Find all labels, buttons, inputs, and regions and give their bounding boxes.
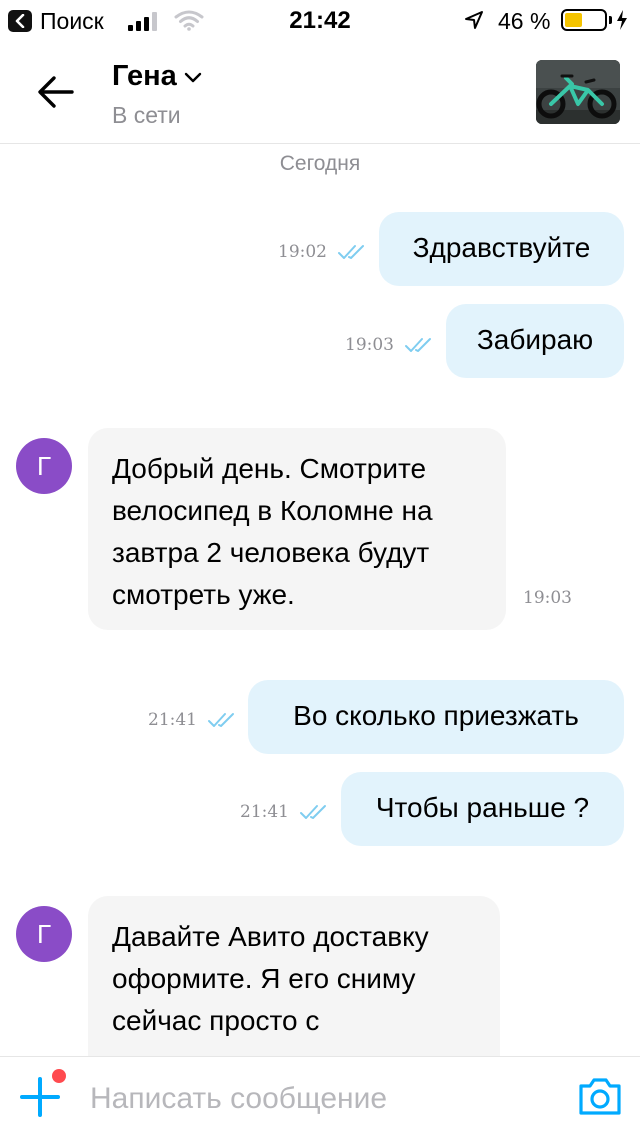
double-check-icon	[208, 713, 234, 727]
battery-percent: 46 %	[498, 8, 551, 34]
avatar[interactable]: Г	[16, 438, 72, 494]
message-time: 19:03	[345, 335, 394, 355]
outgoing-message[interactable]: Во сколько приезжать	[248, 680, 624, 754]
message-line: велосипед в Коломне на	[112, 495, 433, 526]
double-check-icon	[338, 245, 364, 259]
notification-dot	[52, 1069, 66, 1083]
listing-thumbnail[interactable]	[536, 60, 620, 124]
message-meta: 19:03	[345, 335, 436, 355]
outgoing-message[interactable]: Чтобы раньше ?	[341, 772, 624, 846]
outgoing-message[interactable]: Здравствуйте	[379, 212, 624, 286]
message-meta: 21:41	[240, 802, 331, 822]
chat-header: Гена В сети	[0, 40, 640, 144]
message-time: 21:41	[240, 802, 289, 822]
message-time: 21:41	[148, 710, 197, 730]
message-meta: 19:02	[278, 242, 369, 262]
contact-name[interactable]: Гена	[112, 60, 177, 93]
message-meta: 21:41	[148, 710, 239, 730]
battery-tip	[609, 16, 612, 24]
battery-icon	[561, 9, 607, 31]
message-line: оформите. Я его сниму	[112, 963, 416, 994]
message-line: смотреть уже.	[112, 579, 295, 610]
contact-online-status: В сети	[112, 102, 181, 128]
message-time: 19:03	[523, 588, 572, 608]
message-input[interactable]	[90, 1079, 540, 1119]
double-check-icon	[300, 805, 326, 819]
location-arrow-icon	[465, 11, 483, 29]
message-line: сейчас просто с	[112, 1005, 320, 1036]
message-line: Добрый день. Смотрите	[112, 453, 427, 484]
arrow-left-icon[interactable]	[36, 72, 76, 112]
status-bar: Поиск 21:42 46 %	[0, 0, 640, 40]
message-text: Во сколько приезжать	[293, 700, 579, 731]
battery-level	[565, 13, 583, 27]
message-line: завтра 2 человека будут	[112, 537, 430, 568]
avatar[interactable]: Г	[16, 906, 72, 962]
camera-icon[interactable]	[577, 1075, 623, 1117]
message-time: 19:02	[278, 242, 327, 262]
date-separator: Сегодня	[279, 152, 361, 175]
outgoing-message[interactable]: Забираю	[446, 304, 624, 378]
message-text: Чтобы раньше ?	[375, 792, 590, 823]
charging-bolt-icon	[617, 10, 627, 30]
message-text: Здравствуйте	[412, 232, 591, 263]
chevron-down-icon[interactable]	[184, 72, 202, 84]
double-check-icon	[405, 338, 431, 352]
incoming-message[interactable]: Добрый день. Смотрите велосипед в Коломн…	[88, 428, 506, 630]
message-text: Забираю	[476, 324, 594, 355]
message-line: Давайте Авито доставку	[112, 921, 429, 952]
message-composer	[0, 1056, 640, 1136]
